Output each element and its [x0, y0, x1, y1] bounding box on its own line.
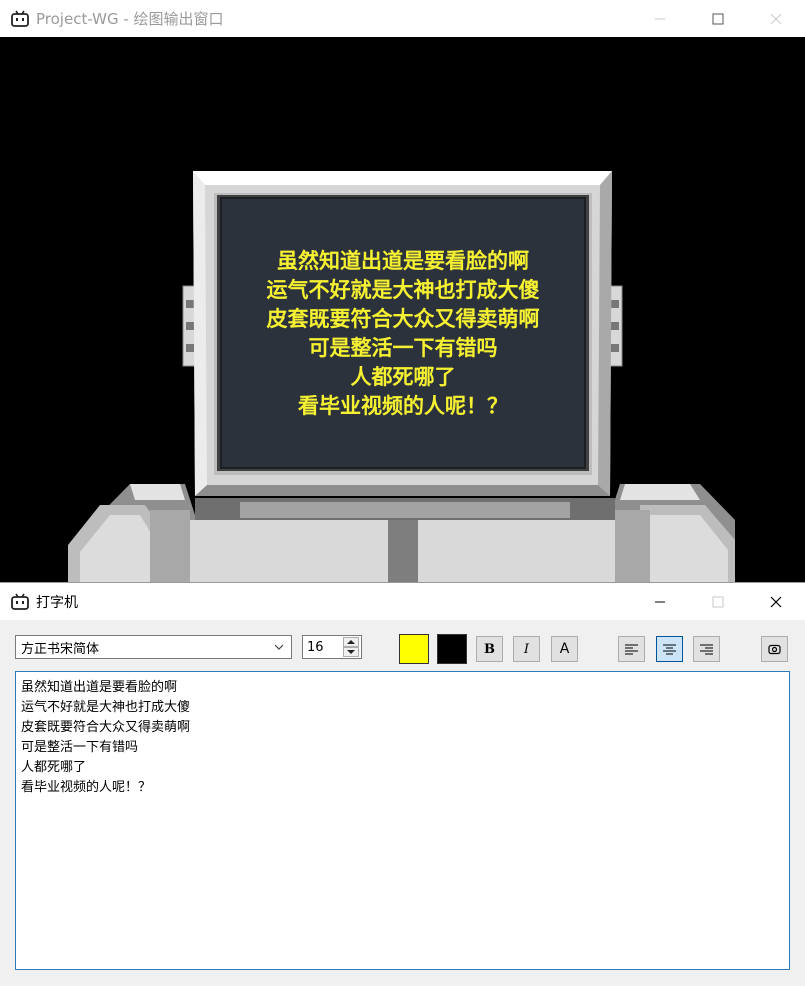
close-icon [770, 13, 782, 24]
bilibili-tv-icon [10, 592, 30, 612]
editor-line: 运气不好就是大神也打成大傻 [21, 700, 191, 715]
font-size-spinbox[interactable]: 16 [302, 635, 362, 659]
window-title: Project-WG - 绘图输出窗口 [36, 10, 224, 28]
minimize-icon [655, 601, 665, 602]
chevron-down-icon [274, 644, 284, 650]
screen-text-line: 运气不好就是大神也打成大傻 [267, 277, 540, 302]
crt-monitor-scene: 虽然知道出道是要看脸的啊运气不好就是大神也打成大傻皮套既要符合大众又得卖萌啊可是… [68, 171, 735, 583]
caret-up-icon [347, 640, 355, 644]
editor-line: 可是整活一下有错吗 [21, 740, 139, 755]
text-color-swatch[interactable] [399, 634, 429, 664]
bold-button[interactable]: B [476, 636, 503, 662]
render-canvas: 虽然知道出道是要看脸的啊 运气不好就是大神也打成大傻 皮套既要符合大众又得卖萌啊 可是… [0, 37, 805, 583]
typewriter-window-titlebar: 打字机 [0, 583, 805, 620]
font-size-down-button[interactable] [343, 647, 359, 657]
minimize-icon [655, 18, 665, 19]
window-title: 打字机 [36, 594, 78, 611]
maximize-icon [712, 596, 724, 607]
close-button[interactable] [747, 583, 805, 620]
maximize-button[interactable] [689, 583, 747, 620]
align-left-button[interactable] [618, 636, 645, 662]
render-output-window: Project-WG - 绘图输出窗口 虽然知道出道是要看脸的啊 运气不好就是大… [0, 0, 805, 583]
bilibili-tv-icon [10, 9, 30, 29]
align-center-icon [663, 644, 676, 654]
maximize-button[interactable] [689, 0, 747, 37]
preview-button[interactable] [761, 636, 788, 662]
align-center-button[interactable] [656, 636, 683, 662]
render-window-titlebar: Project-WG - 绘图输出窗口 [0, 0, 805, 38]
close-icon [770, 596, 782, 607]
background-color-swatch[interactable] [437, 634, 467, 664]
text-editor[interactable]: 虽然知道出道是要看脸的啊 运气不好就是大神也打成大傻 皮套既要符合大众又得卖萌啊 可是… [15, 671, 790, 970]
align-right-button[interactable] [693, 636, 720, 662]
editor-line: 看毕业视频的人呢！？ [21, 780, 152, 795]
eye-icon [768, 644, 781, 654]
minimize-button[interactable] [631, 583, 689, 620]
italic-button[interactable]: I [513, 636, 540, 662]
align-left-icon [625, 644, 638, 654]
align-right-icon [700, 644, 713, 654]
close-button[interactable] [747, 0, 805, 37]
editor-line: 虽然知道出道是要看脸的啊 [21, 680, 178, 695]
font-button[interactable]: A [551, 636, 578, 662]
screen-text-line: 虽然知道出道是要看脸的啊 [277, 248, 529, 273]
screen-text-line: 人都死哪了 [351, 364, 456, 389]
font-family-dropdown[interactable]: 方正书宋简体 [15, 635, 292, 659]
screen-text-line: 可是整活一下有错吗 [309, 335, 498, 360]
font-family-value: 方正书宋简体 [21, 641, 100, 657]
formatting-toolbar: 方正书宋简体 16 B I A [0, 620, 805, 668]
screen-text-line: 皮套既要符合大众又得卖萌啊 [267, 306, 540, 331]
maximize-icon [712, 13, 724, 24]
editor-line: 人都死哪了 [21, 760, 87, 775]
typewriter-window: 打字机 方正书宋简体 16 B I A 虽然知道出道是要看脸的啊 运气不好就是大… [0, 582, 805, 986]
font-size-up-button[interactable] [343, 637, 359, 647]
font-size-value: 16 [307, 639, 324, 655]
editor-line: 皮套既要符合大众又得卖萌啊 [21, 720, 191, 735]
screen-text-line: 看毕业视频的人呢！？ [298, 393, 508, 418]
caret-down-icon [347, 650, 355, 654]
minimize-button[interactable] [631, 0, 689, 37]
